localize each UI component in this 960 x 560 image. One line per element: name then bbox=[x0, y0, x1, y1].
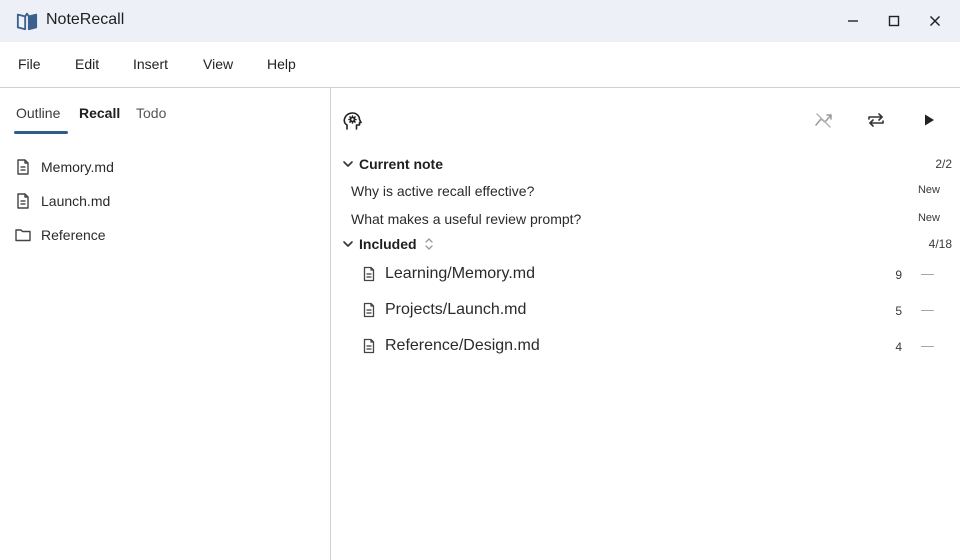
menu-file[interactable]: File bbox=[18, 56, 41, 72]
close-icon bbox=[929, 15, 941, 27]
maximize-button[interactable] bbox=[879, 6, 909, 36]
included-header[interactable]: Included bbox=[341, 234, 435, 254]
file-status: — bbox=[921, 338, 934, 353]
included-file-row[interactable]: Projects/Launch.md bbox=[361, 298, 526, 322]
recall-panel: Current note 2/2 Why is active recall ef… bbox=[331, 88, 960, 560]
menu-edit[interactable]: Edit bbox=[75, 56, 99, 72]
repeat-button[interactable] bbox=[864, 108, 888, 132]
sidebar-item-launch[interactable]: Launch.md bbox=[14, 189, 110, 213]
sidebar-item-label: Launch.md bbox=[41, 193, 111, 209]
minimize-button[interactable] bbox=[838, 6, 868, 36]
file-path: Projects/Launch.md bbox=[385, 301, 527, 318]
menu-view[interactable]: View bbox=[203, 56, 233, 72]
title-bar: NoteRecall bbox=[0, 0, 960, 42]
sidebar-item-label: Reference bbox=[41, 227, 106, 243]
included-file-row[interactable]: Reference/Design.md bbox=[361, 334, 540, 358]
menu-bar: File Edit Insert View Help bbox=[0, 42, 960, 88]
document-icon bbox=[363, 266, 375, 282]
file-path: Learning/Memory.md bbox=[385, 265, 535, 282]
tab-outline[interactable]: Outline bbox=[16, 105, 60, 121]
maximize-icon bbox=[888, 15, 900, 27]
file-prompt-count: 9 bbox=[895, 268, 902, 282]
close-button[interactable] bbox=[920, 6, 950, 36]
prompt-status-badge: New bbox=[917, 184, 940, 196]
included-count: 4/18 bbox=[928, 237, 952, 251]
prompt-status-badge: New bbox=[917, 212, 940, 224]
open-book-icon bbox=[16, 10, 38, 32]
document-icon bbox=[17, 193, 29, 209]
section-title: Included bbox=[359, 236, 417, 252]
prompt-item[interactable]: What makes a useful review prompt? bbox=[351, 211, 581, 227]
tab-todo[interactable]: Todo bbox=[136, 105, 166, 121]
file-status: — bbox=[921, 266, 934, 281]
sidebar: Outline Recall Todo Memory.md Launch.md … bbox=[0, 88, 331, 560]
play-button[interactable] bbox=[917, 108, 941, 132]
trend-icon bbox=[815, 113, 832, 128]
current-note-count: 2/2 bbox=[935, 157, 952, 171]
tab-recall[interactable]: Recall bbox=[79, 105, 120, 121]
section-title: Current note bbox=[359, 156, 443, 172]
menu-insert[interactable]: Insert bbox=[133, 56, 168, 72]
prompt-item[interactable]: Why is active recall effective? bbox=[351, 183, 534, 199]
play-icon bbox=[925, 114, 934, 126]
file-status: — bbox=[921, 302, 934, 317]
document-icon bbox=[17, 159, 29, 175]
sort-icon[interactable] bbox=[423, 237, 435, 251]
menu-help[interactable]: Help bbox=[267, 56, 296, 72]
active-tab-indicator bbox=[14, 131, 68, 134]
included-file-row[interactable]: Learning/Memory.md bbox=[361, 262, 535, 286]
chevron-down-icon bbox=[343, 241, 353, 247]
chevron-down-icon bbox=[343, 161, 353, 167]
file-path: Reference/Design.md bbox=[385, 337, 540, 354]
document-icon bbox=[363, 338, 375, 354]
trend-button[interactable] bbox=[812, 108, 836, 132]
sidebar-item-reference[interactable]: Reference bbox=[14, 223, 106, 247]
sidebar-item-label: Memory.md bbox=[41, 159, 114, 175]
repeat-icon bbox=[868, 113, 884, 127]
app-title: NoteRecall bbox=[46, 11, 125, 28]
sidebar-item-memory[interactable]: Memory.md bbox=[14, 155, 114, 179]
brain-icon bbox=[341, 110, 363, 132]
folder-icon bbox=[15, 229, 31, 242]
minimize-icon bbox=[848, 20, 858, 22]
document-icon bbox=[363, 302, 375, 318]
current-note-header[interactable]: Current note bbox=[341, 154, 443, 174]
file-prompt-count: 5 bbox=[895, 304, 902, 318]
file-prompt-count: 4 bbox=[895, 340, 902, 354]
